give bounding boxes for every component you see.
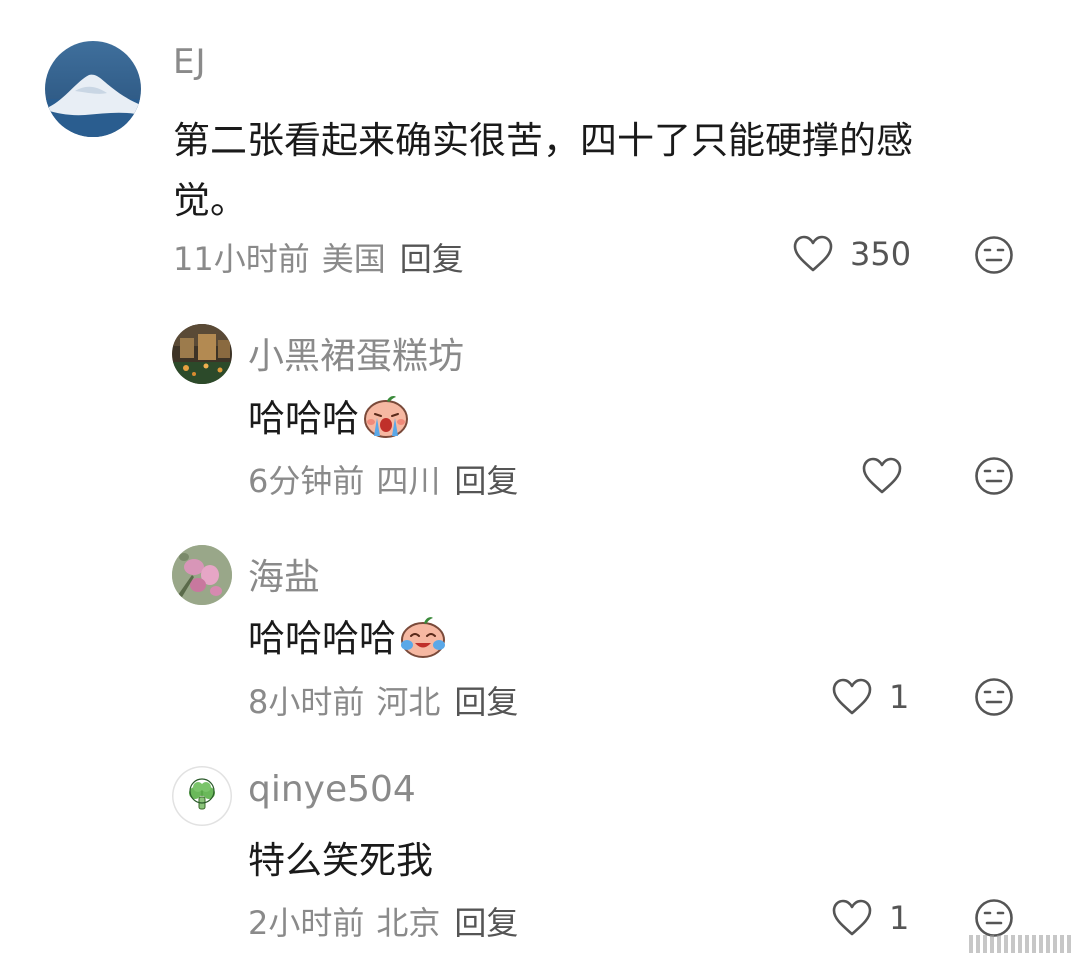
heart-outline-icon — [793, 235, 833, 272]
comment-text: 第二张看起来确实很苦，四十了只能硬撑的感 — [173, 119, 913, 162]
neutral-face-icon — [975, 236, 1013, 274]
location: 河北 — [376, 683, 441, 721]
dislike-button[interactable] — [974, 456, 1014, 496]
neutral-face-icon — [975, 457, 1013, 495]
comment-meta: 6分钟前 四川 回复 — [248, 456, 518, 502]
like-button[interactable]: 350 — [792, 234, 911, 274]
avatar[interactable] — [172, 545, 232, 605]
laughing-peach-emoji — [398, 612, 448, 669]
location: 北京 — [376, 904, 441, 942]
reply-button[interactable]: 回复 — [454, 904, 518, 942]
location: 美国 — [321, 240, 386, 278]
avatar[interactable] — [45, 41, 141, 137]
username[interactable]: 海盐 — [248, 548, 320, 600]
heart-outline-icon — [832, 899, 872, 936]
like-button[interactable]: 1 — [831, 677, 909, 717]
comment-text: 哈哈哈哈 — [248, 608, 448, 669]
avatar[interactable] — [172, 766, 232, 826]
like-count: 1 — [889, 678, 910, 716]
like-button[interactable]: 1 — [831, 898, 909, 938]
avatar[interactable] — [172, 324, 232, 384]
username[interactable]: EJ — [173, 42, 207, 82]
reply-button[interactable]: 回复 — [454, 462, 518, 500]
like-count: 350 — [850, 235, 912, 273]
comment-meta: 11小时前 美国 回复 — [173, 234, 464, 280]
like-button[interactable] — [861, 456, 919, 496]
crying-peach-emoji — [361, 392, 411, 449]
location: 四川 — [376, 462, 441, 500]
comment-meta: 2小时前 北京 回复 — [248, 898, 518, 944]
reply-button[interactable]: 回复 — [400, 240, 464, 278]
timestamp: 2小时前 — [248, 904, 365, 942]
timestamp: 11小时前 — [173, 240, 310, 278]
dislike-button[interactable] — [974, 898, 1014, 938]
heart-outline-icon — [832, 678, 872, 715]
like-count: 1 — [889, 899, 910, 937]
watermark — [969, 935, 1071, 953]
timestamp: 8小时前 — [248, 683, 365, 721]
dislike-button[interactable] — [974, 677, 1014, 717]
username[interactable]: qinye504 — [248, 769, 416, 810]
neutral-face-icon — [975, 899, 1013, 937]
neutral-face-icon — [975, 678, 1013, 716]
username[interactable]: 小黑裙蛋糕坊 — [248, 327, 464, 379]
comment-text: 觉。 — [173, 179, 247, 222]
comment-meta: 8小时前 河北 回复 — [248, 677, 518, 723]
comment-text: 特么笑死我 — [248, 839, 433, 882]
heart-outline-icon — [862, 457, 902, 494]
dislike-button[interactable] — [974, 235, 1014, 275]
reply-button[interactable]: 回复 — [454, 683, 518, 721]
comment-text: 哈哈哈 — [248, 388, 411, 449]
timestamp: 6分钟前 — [248, 462, 365, 500]
